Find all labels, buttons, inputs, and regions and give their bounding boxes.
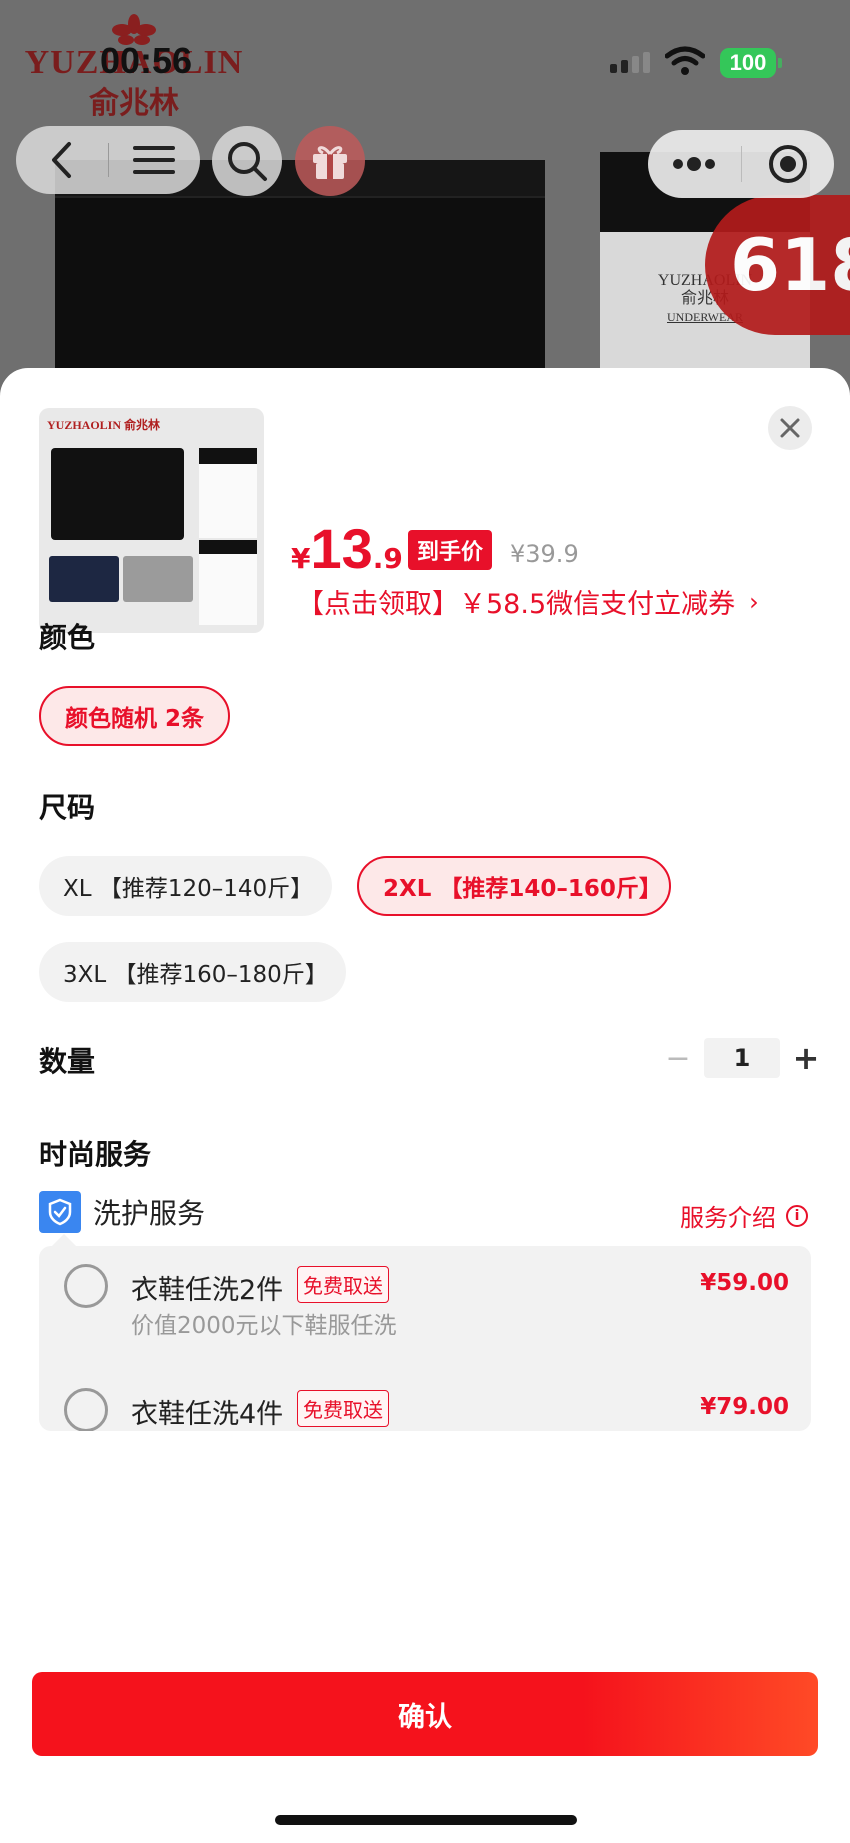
close-icon xyxy=(780,418,800,438)
quantity-decrease-button[interactable]: − xyxy=(660,1041,696,1076)
quantity-label: 数量 xyxy=(39,1045,96,1078)
close-sheet-button[interactable] xyxy=(768,406,812,450)
search-button[interactable] xyxy=(212,126,282,196)
close-miniprogram-button[interactable] xyxy=(742,130,835,198)
service-option-tag: 免费取送 xyxy=(297,1266,389,1303)
back-arrow-icon xyxy=(51,142,71,178)
service-options-panel: 衣鞋任洗2件 免费取送 价值2000元以下鞋服任洗 ¥59.00 衣鞋任洗4件 … xyxy=(39,1246,811,1431)
promo-618-badge: 618 xyxy=(705,195,850,335)
color-option-random-2[interactable]: 颜色随机 2条 xyxy=(39,686,231,746)
confirm-button[interactable]: 确认 xyxy=(32,1672,818,1756)
size-label: 尺码 xyxy=(39,791,96,824)
quantity-value[interactable]: 1 xyxy=(704,1038,780,1078)
more-dots-icon xyxy=(673,157,716,171)
final-price: ¥ 13 .9 xyxy=(291,516,417,581)
hamburger-menu-icon xyxy=(133,146,176,174)
coupon-link[interactable]: 【点击领取】￥58.5微信支付立减券 › xyxy=(297,582,759,621)
quantity-stepper: − 1 + xyxy=(660,1038,824,1078)
service-option-title: 衣鞋任洗2件 xyxy=(131,1275,284,1306)
miniprogram-capsule xyxy=(648,130,834,198)
price-currency: ¥ xyxy=(291,542,311,575)
home-indicator xyxy=(275,1815,577,1825)
wash-service-label: 洗护服务 xyxy=(93,1197,206,1230)
gift-button[interactable] xyxy=(295,126,365,196)
size-option-3xl[interactable]: 3XL 【推荐160–180斤】 xyxy=(39,942,346,1002)
shield-check-icon xyxy=(39,1191,81,1233)
cellular-signal-icon xyxy=(610,52,650,73)
target-close-icon xyxy=(768,145,807,183)
sku-selector-sheet: YUZHAOLIN 俞兆林 ¥ 13 .9 到手价 ¥39.9 【点击领取】￥5… xyxy=(0,368,850,1843)
gift-icon xyxy=(313,146,347,179)
more-options-button[interactable] xyxy=(648,130,741,198)
service-option-tag: 免费取送 xyxy=(297,1390,389,1427)
wash-service-row: 洗护服务 xyxy=(39,1191,205,1233)
info-icon: i xyxy=(786,1204,808,1227)
final-price-tag: 到手价 xyxy=(408,530,493,570)
size-option-xl[interactable]: XL 【推荐120–140斤】 xyxy=(39,856,332,916)
back-button[interactable] xyxy=(16,126,108,194)
nav-pill xyxy=(16,126,200,194)
coupon-text: 【点击领取】￥58.5微信支付立减券 xyxy=(297,589,736,620)
service-option-price: ¥59.00 xyxy=(700,1270,789,1296)
color-label: 颜色 xyxy=(39,621,96,654)
service-intro-link[interactable]: 服务介绍 i xyxy=(680,1198,808,1233)
radio-button[interactable] xyxy=(64,1264,108,1308)
search-icon xyxy=(228,142,267,181)
service-option-title: 衣鞋任洗4件 xyxy=(131,1399,284,1430)
quantity-increase-button[interactable]: + xyxy=(788,1039,824,1077)
thumb-logo: YUZHAOLIN 俞兆林 xyxy=(47,418,161,432)
product-thumbnail[interactable]: YUZHAOLIN 俞兆林 xyxy=(39,408,264,633)
service-section-label: 时尚服务 xyxy=(39,1138,152,1171)
service-option-desc: 价值2000元以下鞋服任洗 xyxy=(131,1313,397,1339)
brand-name-cn: 俞兆林 xyxy=(89,86,179,121)
status-time: 00:56 xyxy=(100,40,193,81)
menu-button[interactable] xyxy=(109,126,201,194)
radio-button[interactable] xyxy=(64,1388,108,1431)
wifi-icon xyxy=(665,46,705,75)
size-option-2xl[interactable]: 2XL 【推荐140–160斤】 xyxy=(357,856,671,916)
chevron-right-icon: › xyxy=(749,587,759,616)
service-intro-text: 服务介绍 xyxy=(680,1204,776,1232)
original-price: ¥39.9 xyxy=(510,540,579,568)
battery-indicator: 100 xyxy=(720,48,782,78)
service-option-price: ¥79.00 xyxy=(700,1394,789,1420)
price-integer: 13 xyxy=(310,517,373,580)
price-decimal: .9 xyxy=(372,542,403,575)
product-shorts-image xyxy=(55,160,545,400)
